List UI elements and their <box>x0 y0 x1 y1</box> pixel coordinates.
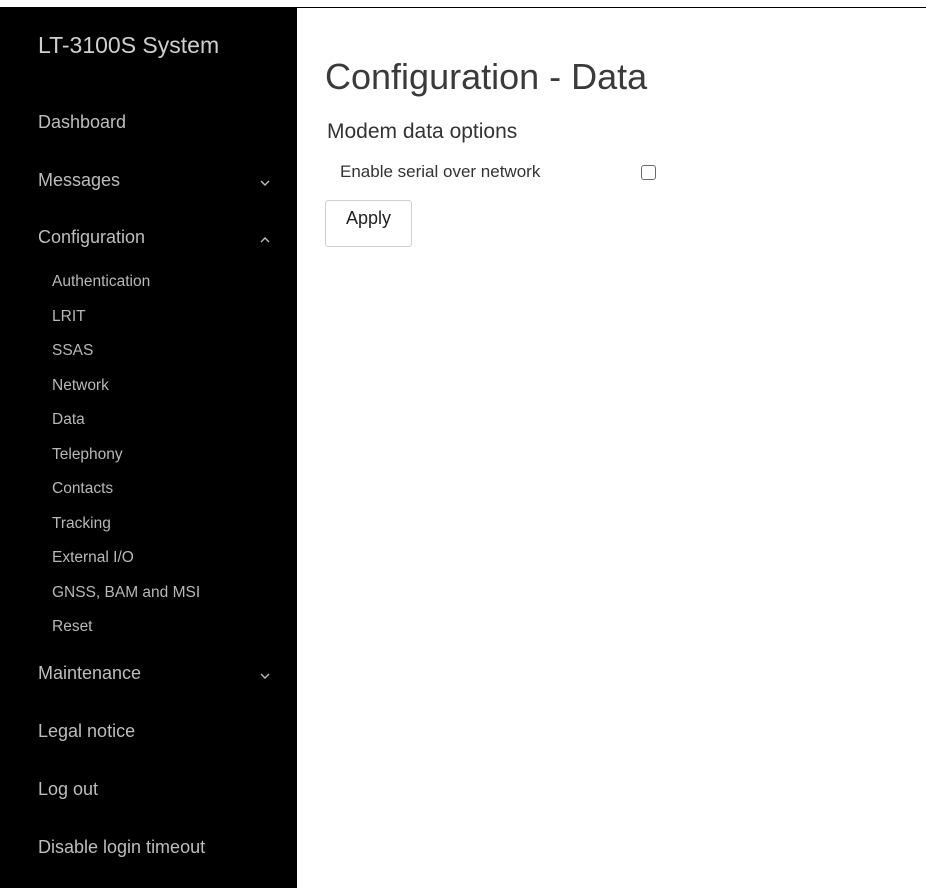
sidebar-subitem-external-io[interactable]: External I/O <box>52 549 272 569</box>
sidebar-item-label: Configuration <box>38 227 146 247</box>
serial-over-network-checkbox[interactable] <box>641 165 656 180</box>
sidebar-item-log-out[interactable]: Log out <box>38 779 273 803</box>
serial-over-network-label: Enable serial over network <box>340 162 541 181</box>
section-title: Modem data options <box>327 120 518 143</box>
sidebar: LT-3100S System Dashboard Messages Confi… <box>0 8 297 888</box>
sidebar-item-messages[interactable]: Messages <box>38 170 273 194</box>
sidebar-item-label: Log out <box>38 779 99 799</box>
page-title: Configuration - Data <box>325 56 648 97</box>
chevron-down-icon <box>257 170 273 190</box>
sidebar-item-label: Dashboard <box>38 112 127 132</box>
sidebar-subitem-lrit[interactable]: LRIT <box>52 308 272 328</box>
chevron-up-icon <box>257 227 273 247</box>
sidebar-item-legal-notice[interactable]: Legal notice <box>38 721 273 745</box>
main-content: Configuration - Data Modem data options … <box>297 8 926 888</box>
sidebar-item-label: Legal notice <box>38 721 136 741</box>
sidebar-subitem-data[interactable]: Data <box>52 411 272 431</box>
sidebar-subitem-ssas[interactable]: SSAS <box>52 342 272 362</box>
sidebar-item-label: Messages <box>38 170 121 190</box>
sidebar-item-configuration[interactable]: Configuration <box>38 227 273 251</box>
sidebar-item-maintenance[interactable]: Maintenance <box>38 663 273 687</box>
sidebar-subitem-tracking[interactable]: Tracking <box>52 515 272 535</box>
sidebar-item-label: Maintenance <box>38 663 142 683</box>
sidebar-subitem-network[interactable]: Network <box>52 377 272 397</box>
top-border <box>0 0 926 8</box>
sidebar-subitem-telephony[interactable]: Telephony <box>52 446 272 466</box>
sidebar-subitem-authentication[interactable]: Authentication <box>52 273 272 293</box>
sidebar-item-dashboard[interactable]: Dashboard <box>38 112 273 136</box>
sidebar-subitem-reset[interactable]: Reset <box>52 618 272 638</box>
sidebar-subitem-contacts[interactable]: Contacts <box>52 480 272 500</box>
sidebar-subitem-gnss-bam-msi[interactable]: GNSS, BAM and MSI <box>52 584 272 604</box>
chevron-down-icon <box>257 663 273 683</box>
sidebar-item-label: Disable login timeout <box>38 837 206 857</box>
sidebar-item-disable-login-timeout[interactable]: Disable login timeout <box>38 837 273 861</box>
brand-title: LT-3100S System <box>38 32 220 58</box>
apply-button[interactable]: Apply <box>325 200 412 247</box>
